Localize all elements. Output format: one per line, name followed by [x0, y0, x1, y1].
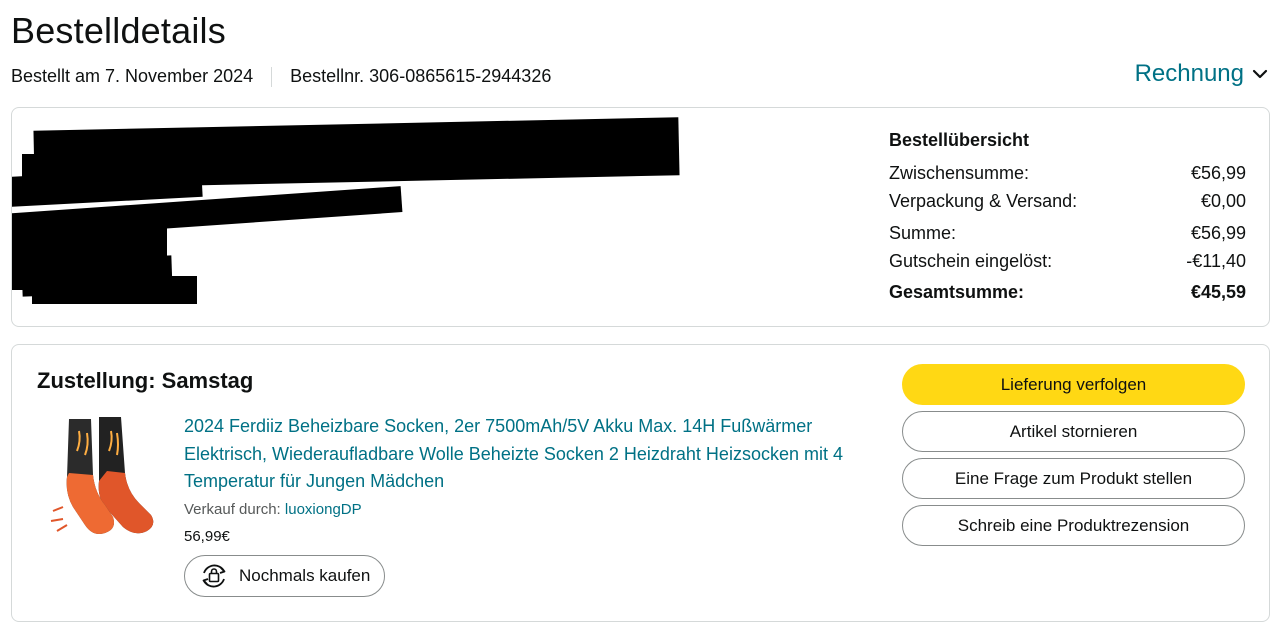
summary-value: €0,00 — [1200, 190, 1246, 211]
order-number: Bestellnr. 306-0865615-2944326 — [290, 66, 552, 86]
write-review-button[interactable]: Schreib eine Produktrezension — [902, 505, 1245, 546]
summary-label: Gesamtsumme: — [889, 281, 1025, 302]
invoice-label: Rechnung — [1134, 60, 1244, 87]
summary-label: Zwischensumme: — [889, 162, 1030, 183]
order-meta: Bestellt am 7. November 2024 Bestellnr. … — [11, 66, 551, 87]
delivery-card: Zustellung: Samstag 2024 Ferdiiz Beheizb… — [11, 344, 1270, 622]
product-info: 2024 Ferdiiz Beheizbare Socken, 2er 7500… — [184, 413, 884, 598]
product-question-button[interactable]: Eine Frage zum Produkt stellen — [902, 458, 1245, 499]
summary-value: €56,99 — [1190, 162, 1246, 183]
summary-label: Summe: — [889, 222, 957, 243]
buy-again-button[interactable]: Nochmals kaufen — [184, 554, 386, 597]
seller-prefix: Verkauf durch: — [184, 500, 281, 518]
order-date: Bestellt am 7. November 2024 — [11, 66, 254, 86]
invoice-dropdown[interactable]: Rechnung — [1135, 60, 1268, 88]
seller-info: Verkauf durch: luoxiongDP — [184, 501, 884, 518]
summary-row-total: Gesamtsumme: €45,59 — [889, 278, 1246, 306]
order-summary-card: Bestellübersicht Zwischensumme: €56,99 V… — [11, 107, 1270, 327]
summary-row-voucher: Gutschein eingelöst: -€11,40 — [889, 247, 1246, 275]
summary-label: Gutschein eingelöst: — [889, 250, 1053, 271]
buy-again-icon — [202, 564, 226, 587]
heated-socks-image[interactable] — [47, 411, 157, 541]
summary-row-shipping: Verpackung & Versand: €0,00 — [889, 187, 1246, 215]
meta-divider — [271, 66, 273, 87]
summary-heading: Bestellübersicht — [889, 130, 1030, 150]
delivery-title: Zustellung: Samstag — [37, 368, 254, 393]
summary-label: Verpackung & Versand: — [889, 190, 1078, 211]
order-summary: Bestellübersicht Zwischensumme: €56,99 V… — [889, 130, 1246, 306]
cancel-item-button[interactable]: Artikel stornieren — [902, 411, 1245, 452]
summary-value: €56,99 — [1190, 222, 1246, 243]
summary-row-sum: Summe: €56,99 — [889, 219, 1246, 247]
product-title-link[interactable]: 2024 Ferdiiz Beheizbare Socken, 2er 7500… — [184, 413, 884, 496]
product-price: 56,99€ — [184, 527, 230, 545]
order-actions: Lieferung verfolgen Artikel stornieren E… — [902, 364, 1245, 546]
chevron-down-icon — [1252, 69, 1268, 79]
page-title: Bestelldetails — [11, 10, 226, 51]
summary-row-subtotal: Zwischensumme: €56,99 — [889, 159, 1246, 187]
track-package-button[interactable]: Lieferung verfolgen — [902, 364, 1245, 405]
summary-value: -€11,40 — [1186, 250, 1246, 271]
summary-value: €45,59 — [1190, 281, 1246, 302]
order-details-page: Bestelldetails Bestellt am 7. November 2… — [0, 0, 1280, 634]
seller-link[interactable]: luoxiongDP — [285, 501, 362, 518]
buy-again-label: Nochmals kaufen — [239, 565, 371, 585]
